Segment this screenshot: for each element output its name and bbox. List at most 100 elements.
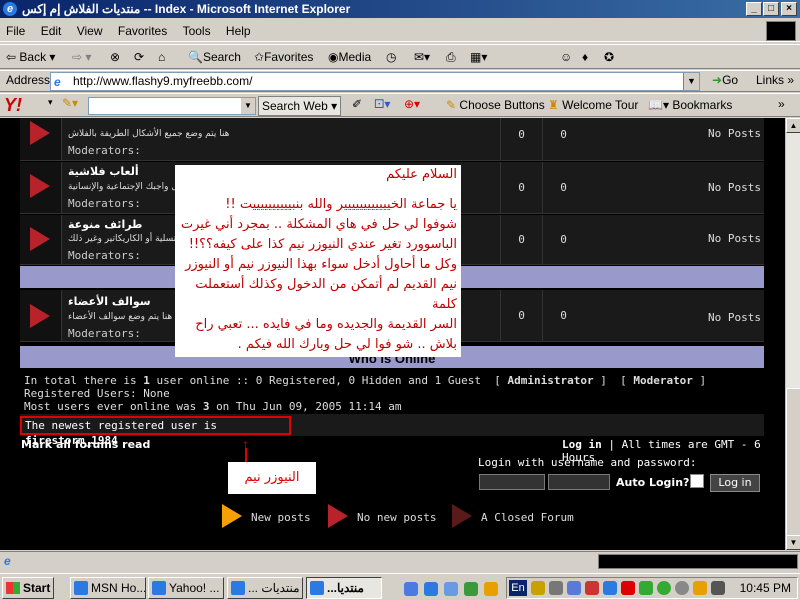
menu-file[interactable]: File	[0, 20, 31, 42]
desktop-icon[interactable]	[404, 582, 418, 596]
auto-login-label: Auto Login?	[616, 476, 690, 489]
login-button[interactable]: Log in	[710, 474, 760, 492]
scroll-up-icon[interactable]: ▲	[786, 118, 800, 133]
favorites-button[interactable]: ✩Favorites	[254, 47, 313, 67]
taskbar-item[interactable]: Yahoo! ...	[148, 577, 224, 599]
no-new-posts-icon	[30, 174, 50, 198]
volume-icon[interactable]	[711, 581, 725, 595]
clock-app-icon[interactable]	[675, 581, 689, 595]
bookmarks-label: Bookmarks	[672, 98, 733, 112]
menu-help[interactable]: Help	[220, 20, 257, 42]
favorites-label: Favorites	[264, 50, 314, 64]
taskbar-item[interactable]: منتديات ...	[227, 577, 303, 599]
pen-icon[interactable]	[531, 581, 545, 595]
media-button[interactable]: ◉Media	[328, 47, 371, 67]
ie-icon[interactable]	[424, 582, 438, 596]
forum-topics: 0	[500, 290, 542, 342]
more-chevron-icon[interactable]: »	[778, 97, 785, 111]
address-dropdown-icon[interactable]: ▼	[683, 73, 699, 90]
yahoo-search-dropdown-icon[interactable]: ▼	[241, 98, 255, 114]
online-breakdown: user online :: 0 Registered, 0 Hidden an…	[156, 374, 481, 387]
messenger-icon[interactable]: ☺	[560, 47, 572, 67]
menu-view[interactable]: View	[71, 20, 109, 42]
home-icon[interactable]: ⌂	[158, 47, 165, 67]
minimize-icon[interactable]: _	[746, 2, 762, 16]
closed-forum-icon	[452, 504, 472, 528]
administrator-link[interactable]: Administrator	[507, 374, 593, 387]
yahoo-search-input[interactable]: ▼	[88, 97, 256, 115]
forum-title[interactable]: طرائف منوعة	[68, 218, 142, 231]
no-new-posts-icon	[30, 227, 50, 251]
yahoo-logo[interactable]: Y!	[4, 95, 22, 116]
go-button[interactable]: ➜Go	[712, 73, 738, 87]
forum-title[interactable]: سوالف الأعضاء	[68, 295, 151, 308]
choose-buttons-button[interactable]: ✎ Choose Buttons	[446, 98, 545, 112]
search-web-button[interactable]: Search Web ▾	[258, 96, 342, 116]
tool-icon[interactable]	[549, 581, 563, 595]
record-icon[interactable]	[585, 581, 599, 595]
network-icon[interactable]	[567, 581, 581, 595]
welcome-tour-button[interactable]: ♜ Welcome Tour	[548, 98, 638, 112]
mail-icon[interactable]: ✉▾	[414, 47, 430, 67]
status-icon[interactable]	[657, 581, 671, 595]
moderator-link[interactable]: Moderator	[633, 374, 693, 387]
stop-icon[interactable]: ⊗	[110, 47, 120, 67]
media-icon: ◉	[328, 50, 339, 64]
newest-user-prefix: The newest registered user is	[25, 419, 218, 432]
shield-icon[interactable]: ♦	[582, 47, 588, 67]
yahoo-menu-icon[interactable]: ▾	[48, 97, 53, 108]
username-input[interactable]	[479, 474, 545, 490]
forum-posts: 0	[542, 215, 584, 265]
outlook-icon[interactable]	[444, 582, 458, 596]
edit-icon[interactable]: ▦▾	[470, 47, 487, 67]
window-title-bar: e منتديات الفلاش إم إكس -- Index - Micro…	[0, 0, 800, 18]
scroll-thumb[interactable]	[786, 388, 800, 538]
auto-login-checkbox[interactable]	[690, 474, 704, 488]
back-button[interactable]: ⇦ Back ▾	[6, 47, 55, 67]
forum-status-cell	[20, 215, 62, 264]
antivirus-icon[interactable]	[693, 581, 707, 595]
search-icon: 🔍	[188, 50, 203, 64]
menu-edit[interactable]: Edit	[35, 20, 68, 42]
links-button[interactable]: Links »	[756, 73, 794, 87]
password-input[interactable]	[548, 474, 610, 490]
forum-row[interactable]: هنا يتم وضع جميع الأشكال الطريفة بالفلاش…	[20, 118, 764, 161]
pencil-icon[interactable]: ✎▾	[62, 96, 78, 110]
highlight-icon[interactable]: ✐	[352, 97, 362, 111]
maximize-icon[interactable]: □	[763, 2, 779, 16]
language-indicator[interactable]: En	[509, 580, 527, 596]
messenger-icon[interactable]	[639, 581, 653, 595]
taskbar: Start MSN Ho... Yahoo! ... منتديات ... م…	[0, 573, 800, 600]
search-button[interactable]: 🔍Search	[188, 47, 241, 67]
clock[interactable]: 10:45 PM	[740, 578, 791, 598]
alert-icon[interactable]	[621, 581, 635, 595]
folder-icon[interactable]	[484, 582, 498, 596]
menu-tools[interactable]: Tools	[177, 20, 217, 42]
address-input[interactable]: e http://www.flashy9.myfreebb.com/ ▼	[50, 72, 700, 91]
forward-button[interactable]: ⇨ ▾	[72, 47, 91, 67]
start-button[interactable]: Start	[2, 577, 54, 599]
media-player-icon[interactable]	[464, 582, 478, 596]
forum-posts: 0	[542, 290, 584, 342]
bookmarks-button[interactable]: 📖▾ Bookmarks	[648, 98, 732, 112]
vertical-scrollbar[interactable]: ▲ ▼	[785, 118, 800, 550]
page-status-icon: e	[4, 554, 11, 568]
close-icon[interactable]: ×	[781, 2, 797, 16]
media-label: Media	[338, 50, 372, 64]
refresh-icon[interactable]: ⟳	[134, 47, 144, 67]
taskbar-item[interactable]: MSN Ho...	[70, 577, 146, 599]
taskbar-item-active[interactable]: منتديا...	[306, 577, 382, 599]
anti-spy-icon[interactable]: ⊕▾	[404, 97, 420, 111]
mail-icon[interactable]: ⚀▾	[374, 97, 390, 111]
chat-icon[interactable]	[603, 581, 617, 595]
scroll-down-icon[interactable]: ▼	[786, 535, 800, 550]
menu-favorites[interactable]: Favorites	[112, 20, 173, 42]
login-link[interactable]: Log in	[562, 438, 602, 451]
welcome-tour-label: Welcome Tour	[562, 98, 639, 112]
globe-icon[interactable]: ✪	[604, 47, 614, 67]
forum-title[interactable]: ألعاب فلاشية	[68, 165, 139, 178]
history-icon[interactable]: ◷	[386, 47, 396, 67]
mark-all-read-link[interactable]: Mark all forums read	[21, 438, 150, 451]
print-icon[interactable]: ⎙	[446, 47, 456, 67]
no-new-posts-legend: No new posts	[357, 511, 437, 524]
